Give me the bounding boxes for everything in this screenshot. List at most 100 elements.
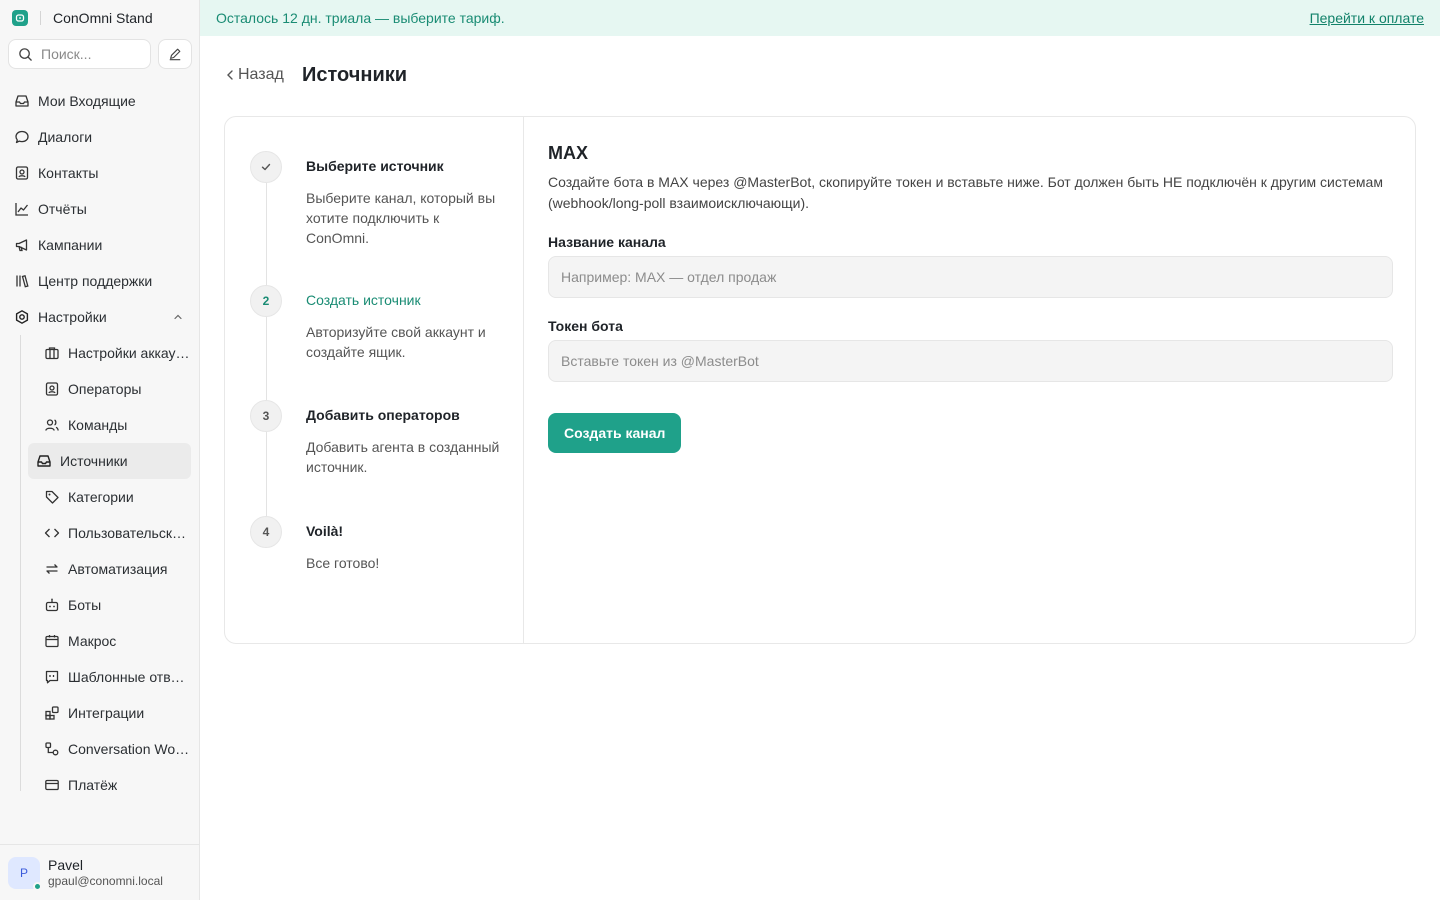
sidebar-item-agents[interactable]: Операторы [28,371,191,407]
sidebar-item-label: Платёж [68,777,118,793]
chevron-up-icon[interactable] [172,311,184,323]
sidebar-item-label: Пользовательские атрибуты [68,525,190,541]
search-box [8,39,151,69]
back-button[interactable]: Назад [224,66,284,84]
pencil-icon [169,48,181,61]
channel-name-input[interactable] [549,257,1392,297]
inbox-icon [15,95,29,107]
sidebar: ConOmni Stand Мои Входящие Диалоги Конта… [0,0,200,900]
sidebar-item-label: Шаблонные ответы [68,669,190,685]
brand-name: ConOmni Stand [53,10,153,26]
nav-item-label: Контакты [38,165,99,181]
code-icon [44,528,60,538]
inbox-wizard-card: Выберите источник Выберите канал, которы… [224,116,1416,644]
trial-banner: Осталось 12 дн. триала — выберите тариф.… [200,0,1440,36]
sidebar-item-custom-attributes[interactable]: Пользовательские атрибуты [28,515,191,551]
form-title: MAX [548,143,588,163]
user-profile[interactable]: P Pavel gpaul@conomni.local [0,844,200,900]
trial-banner-text: Осталось 12 дн. триала — выберите тариф. [216,10,505,26]
sidebar-item-automation[interactable]: Автоматизация [28,551,191,587]
step-title: Добавить операторов [306,407,460,423]
nav-item-label: Мои Входящие [38,93,136,109]
step-description: Авторизуйте свой аккаунт и создайте ящик… [306,324,486,360]
step-number: 3 [250,400,282,432]
search-icon [19,47,32,61]
chevron-left-icon [227,70,233,80]
contact-card-icon [15,166,29,180]
brand[interactable]: ConOmni Stand [12,8,153,28]
wizard-steps: Выберите источник Выберите канал, которы… [225,117,524,643]
online-status-dot [33,881,42,891]
users-icon [45,419,59,431]
sidebar-item-canned-responses[interactable]: Шаблонные ответы [28,659,191,695]
sidebar-item-label: Команды [68,417,128,433]
brand-divider [40,11,41,25]
step-number: 4 [250,516,282,548]
main-nav: Мои Входящие Диалоги Контакты Отчёты Кам… [0,83,200,803]
compose-button[interactable] [158,39,192,69]
sidebar-item-label: Настройки аккаунта [68,345,190,361]
check-icon [261,163,271,171]
nav-item-help-center[interactable]: Центр поддержки [0,263,200,299]
bot-token-input[interactable] [549,341,1392,381]
sidebar-item-conversation-workflows[interactable]: Conversation Workflows [28,731,191,767]
step-number: 2 [250,285,282,317]
bot-token-label: Токен бота [548,318,623,334]
sidebar-item-billing[interactable]: Платёж [28,767,191,803]
form-description: Создайте бота в MAX через @MasterBot, ск… [548,174,1383,211]
quote-box-icon [45,670,59,684]
credit-card-icon [45,779,59,791]
page-title: Источники [302,64,408,86]
nav-item-campaigns[interactable]: Кампании [0,227,200,263]
nav-item-label: Кампании [38,237,103,253]
inbox-icon [37,455,51,467]
profile-name: Pavel [48,856,84,873]
megaphone-icon [15,239,28,252]
back-label: Назад [238,66,284,83]
steps-connector-line [266,165,267,533]
workflow-icon [45,742,59,756]
submenu-guide-line [20,335,21,791]
channel-name-field [548,256,1393,298]
sidebar-item-teams[interactable]: Команды [28,407,191,443]
profile-text: Pavel gpaul@conomni.local [48,857,163,889]
step-description: Выберите канал, который вы хотите подклю… [306,190,496,246]
profile-email: gpaul@conomni.local [48,873,163,888]
nav-item-settings[interactable]: Настройки [0,299,200,335]
search-input[interactable] [41,46,141,62]
step-title: Выберите источник [306,158,444,174]
channel-name-label: Название канала [548,234,666,250]
grid-plus-icon [45,706,59,720]
bot-icon [45,598,59,612]
avatar-initial: P [19,865,28,880]
nav-item-label: Центр поддержки [38,273,153,289]
step-done-indicator [250,151,282,183]
sidebar-item-account-settings[interactable]: Настройки аккаунта [28,335,191,371]
sidebar-item-label: Боты [68,597,102,613]
nav-item-label: Настройки [38,309,107,325]
nav-item-label: Диалоги [38,129,93,145]
sidebar-item-label: Макрос [68,633,117,649]
step-description: Все готово! [306,555,380,571]
nav-item-reports[interactable]: Отчёты [0,191,200,227]
tag-icon [45,490,59,504]
bot-token-field [548,340,1393,382]
nav-item-contacts[interactable]: Контакты [0,155,200,191]
sidebar-item-labels[interactable]: Категории [28,479,191,515]
go-to-payment-link[interactable]: Перейти к оплате [1310,10,1424,26]
library-icon [16,274,29,288]
step-title: Создать источник [306,292,421,308]
settings-icon [15,310,29,324]
calendar-icon [45,635,59,648]
nav-item-conversations[interactable]: Диалоги [0,119,200,155]
briefcase-icon [45,347,59,360]
sidebar-item-inboxes[interactable]: Источники [28,443,191,479]
create-channel-button[interactable]: Создать канал [548,413,682,453]
sidebar-item-bots[interactable]: Боты [28,587,191,623]
settings-submenu: Настройки аккаунта Операторы Команды Ист… [20,335,192,803]
sidebar-item-label: Категории [68,489,134,505]
chat-bubble-icon [15,130,29,144]
sidebar-item-integrations[interactable]: Интеграции [28,695,191,731]
sidebar-item-macros[interactable]: Макрос [28,623,191,659]
nav-item-inbox[interactable]: Мои Входящие [0,83,200,119]
